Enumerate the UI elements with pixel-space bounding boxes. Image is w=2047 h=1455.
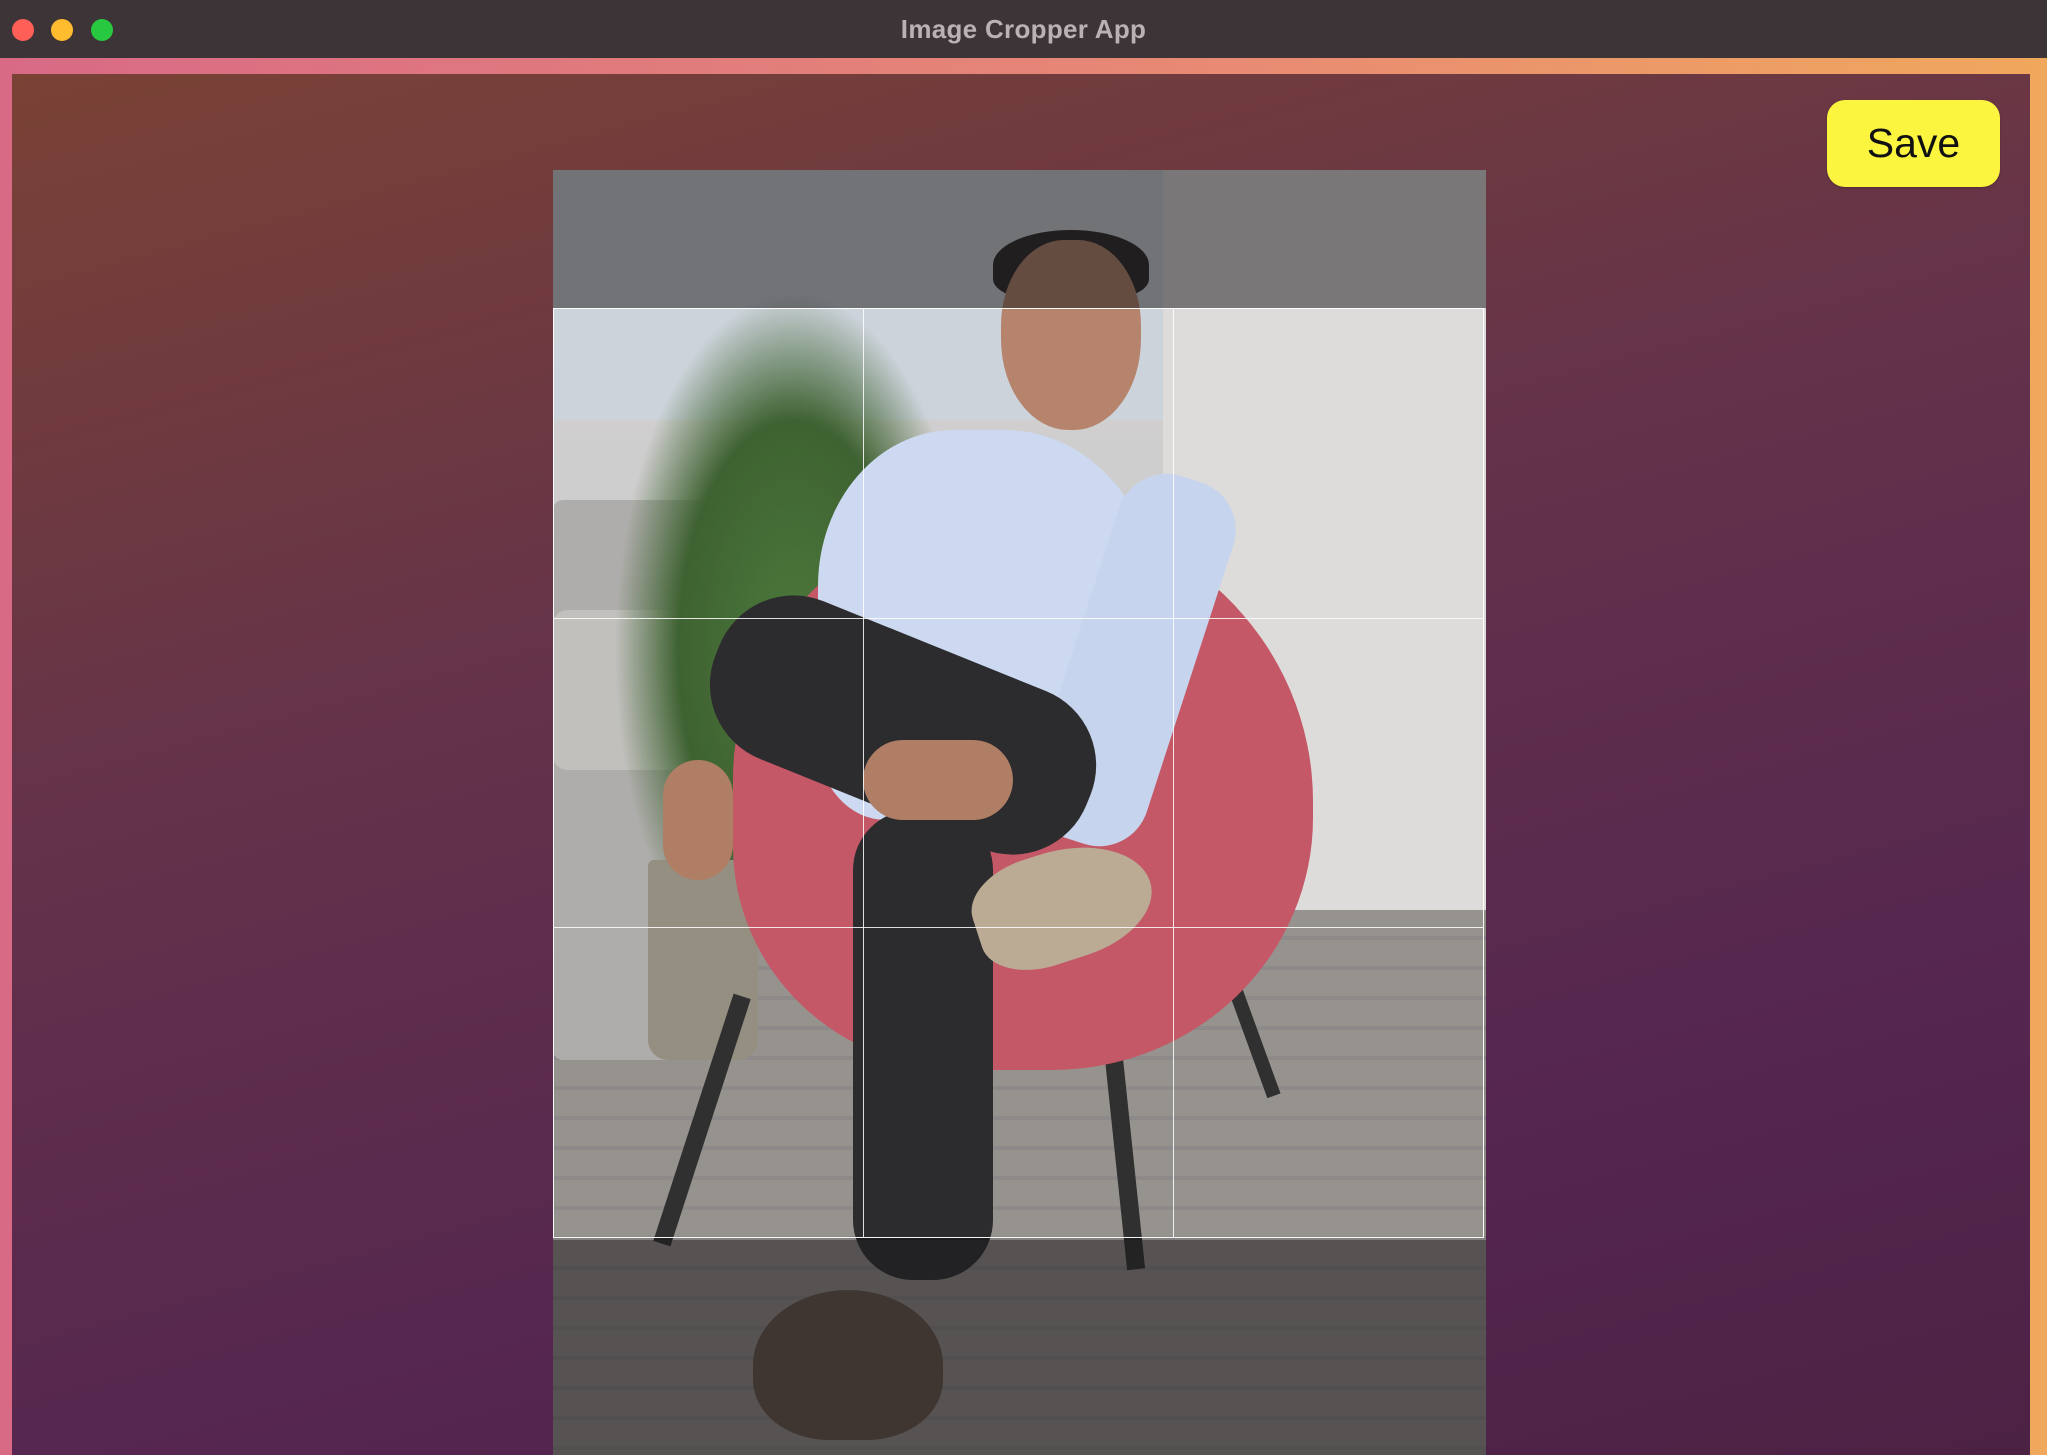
save-button[interactable]: Save [1827,100,2000,187]
minimize-window-button[interactable] [51,19,73,41]
crop-grid-line [554,618,1483,620]
maximize-window-button[interactable] [91,19,113,41]
crop-grid-line [863,309,865,1237]
photo-canvas[interactable] [553,170,1486,1455]
crop-grid-line [554,927,1483,929]
crop-grid-line [1172,309,1174,1237]
title-bar: Image Cropper App [0,0,2047,58]
crop-mask-top [553,170,1486,308]
window-title: Image Cropper App [900,13,1147,44]
crop-mask-bottom [553,1240,1486,1455]
close-window-button[interactable] [12,19,34,41]
crop-selection[interactable] [553,308,1484,1238]
